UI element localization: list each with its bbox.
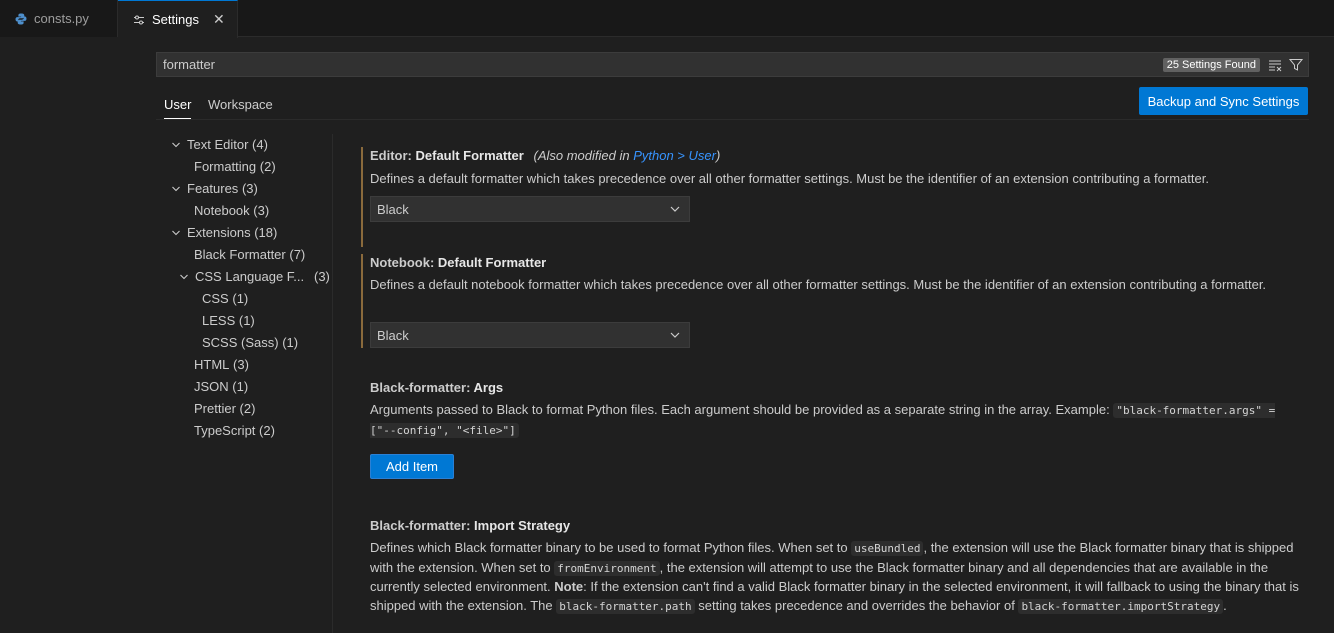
note-label: Note: [554, 579, 584, 594]
code-snippet: fromEnvironment: [554, 560, 660, 576]
add-item-button[interactable]: Add Item: [370, 454, 454, 479]
tab-workspace[interactable]: Workspace: [208, 90, 273, 119]
notebook-default-formatter-select[interactable]: Black: [370, 322, 690, 348]
tab-user[interactable]: User: [164, 90, 192, 119]
toc-item-formatting[interactable]: Formatting (2): [194, 156, 276, 178]
python-user-link[interactable]: Python > User: [633, 148, 716, 163]
backup-and-sync-button[interactable]: Backup and Sync Settings: [1139, 87, 1308, 115]
toc-item-typescript[interactable]: TypeScript (2): [194, 420, 275, 442]
toc-divider: [332, 134, 333, 633]
tab-label: consts.py: [34, 11, 89, 26]
clear-filter-icon[interactable]: [1266, 56, 1284, 74]
code-snippet: black-formatter.path: [556, 598, 695, 614]
code-snippet: black-formatter.importStrategy: [1018, 598, 1224, 614]
setting-description: Defines a default notebook formatter whi…: [370, 277, 1267, 292]
filter-icon[interactable]: [1287, 56, 1305, 74]
setting-description: Arguments passed to Black to format Pyth…: [370, 402, 1276, 438]
toc-item-extensions[interactable]: Extensions (18): [170, 222, 277, 244]
toc-item-css[interactable]: CSS (1): [202, 288, 248, 310]
setting-title: Notebook: Default Formatter: [370, 255, 547, 270]
search-query[interactable]: formatter: [163, 57, 1163, 72]
settings-search-input[interactable]: formatter 25 Settings Found: [156, 52, 1309, 77]
setting-description: Defines a default formatter which takes …: [370, 171, 1209, 186]
tab-consts-py[interactable]: consts.py: [0, 0, 118, 37]
modified-indicator: [361, 254, 363, 348]
setting-title: Black-formatter: Args: [370, 380, 504, 395]
toc-item-black-formatter[interactable]: Black Formatter (7): [194, 244, 305, 266]
editor-tab-bar: consts.py Settings ✕: [0, 0, 1334, 38]
toc-item-html[interactable]: HTML (3): [194, 354, 249, 376]
tab-settings[interactable]: Settings ✕: [118, 0, 238, 38]
chevron-down-icon: [170, 134, 182, 156]
python-icon: [14, 13, 28, 25]
chevron-down-icon: [170, 222, 182, 244]
setting-title: Editor: Default Formatter (Also modified…: [370, 148, 721, 163]
chevron-down-icon: [670, 206, 680, 212]
modified-elsewhere-note: (Also modified in Python > User): [533, 148, 721, 163]
settings-sliders-icon: [132, 14, 146, 26]
toc-item-less[interactable]: LESS (1): [202, 310, 255, 332]
toc-item-scss[interactable]: SCSS (Sass) (1): [202, 332, 298, 354]
setting-title: Black-formatter: Import Strategy: [370, 518, 571, 533]
close-icon[interactable]: ✕: [213, 11, 225, 28]
settings-scope-tabs: User Workspace: [156, 90, 1309, 120]
toc-item-prettier[interactable]: Prettier (2): [194, 398, 255, 420]
settings-found-badge: 25 Settings Found: [1162, 57, 1260, 72]
editor-default-formatter-select[interactable]: Black: [370, 196, 690, 222]
toc-item-css-language-features[interactable]: CSS Language F... (3): [178, 266, 332, 288]
tab-label: Settings: [152, 12, 199, 27]
toc-item-text-editor[interactable]: Text Editor (4): [170, 134, 268, 156]
code-snippet: useBundled: [851, 541, 924, 556]
chevron-down-icon: [178, 266, 190, 288]
modified-indicator: [361, 147, 363, 247]
chevron-down-icon: [670, 332, 680, 338]
chevron-down-icon: [170, 178, 182, 200]
toc-item-features[interactable]: Features (3): [170, 178, 258, 200]
toc-item-notebook[interactable]: Notebook (3): [194, 200, 269, 222]
setting-description: Defines which Black formatter binary to …: [370, 540, 1299, 614]
toc-item-json[interactable]: JSON (1): [194, 376, 248, 398]
